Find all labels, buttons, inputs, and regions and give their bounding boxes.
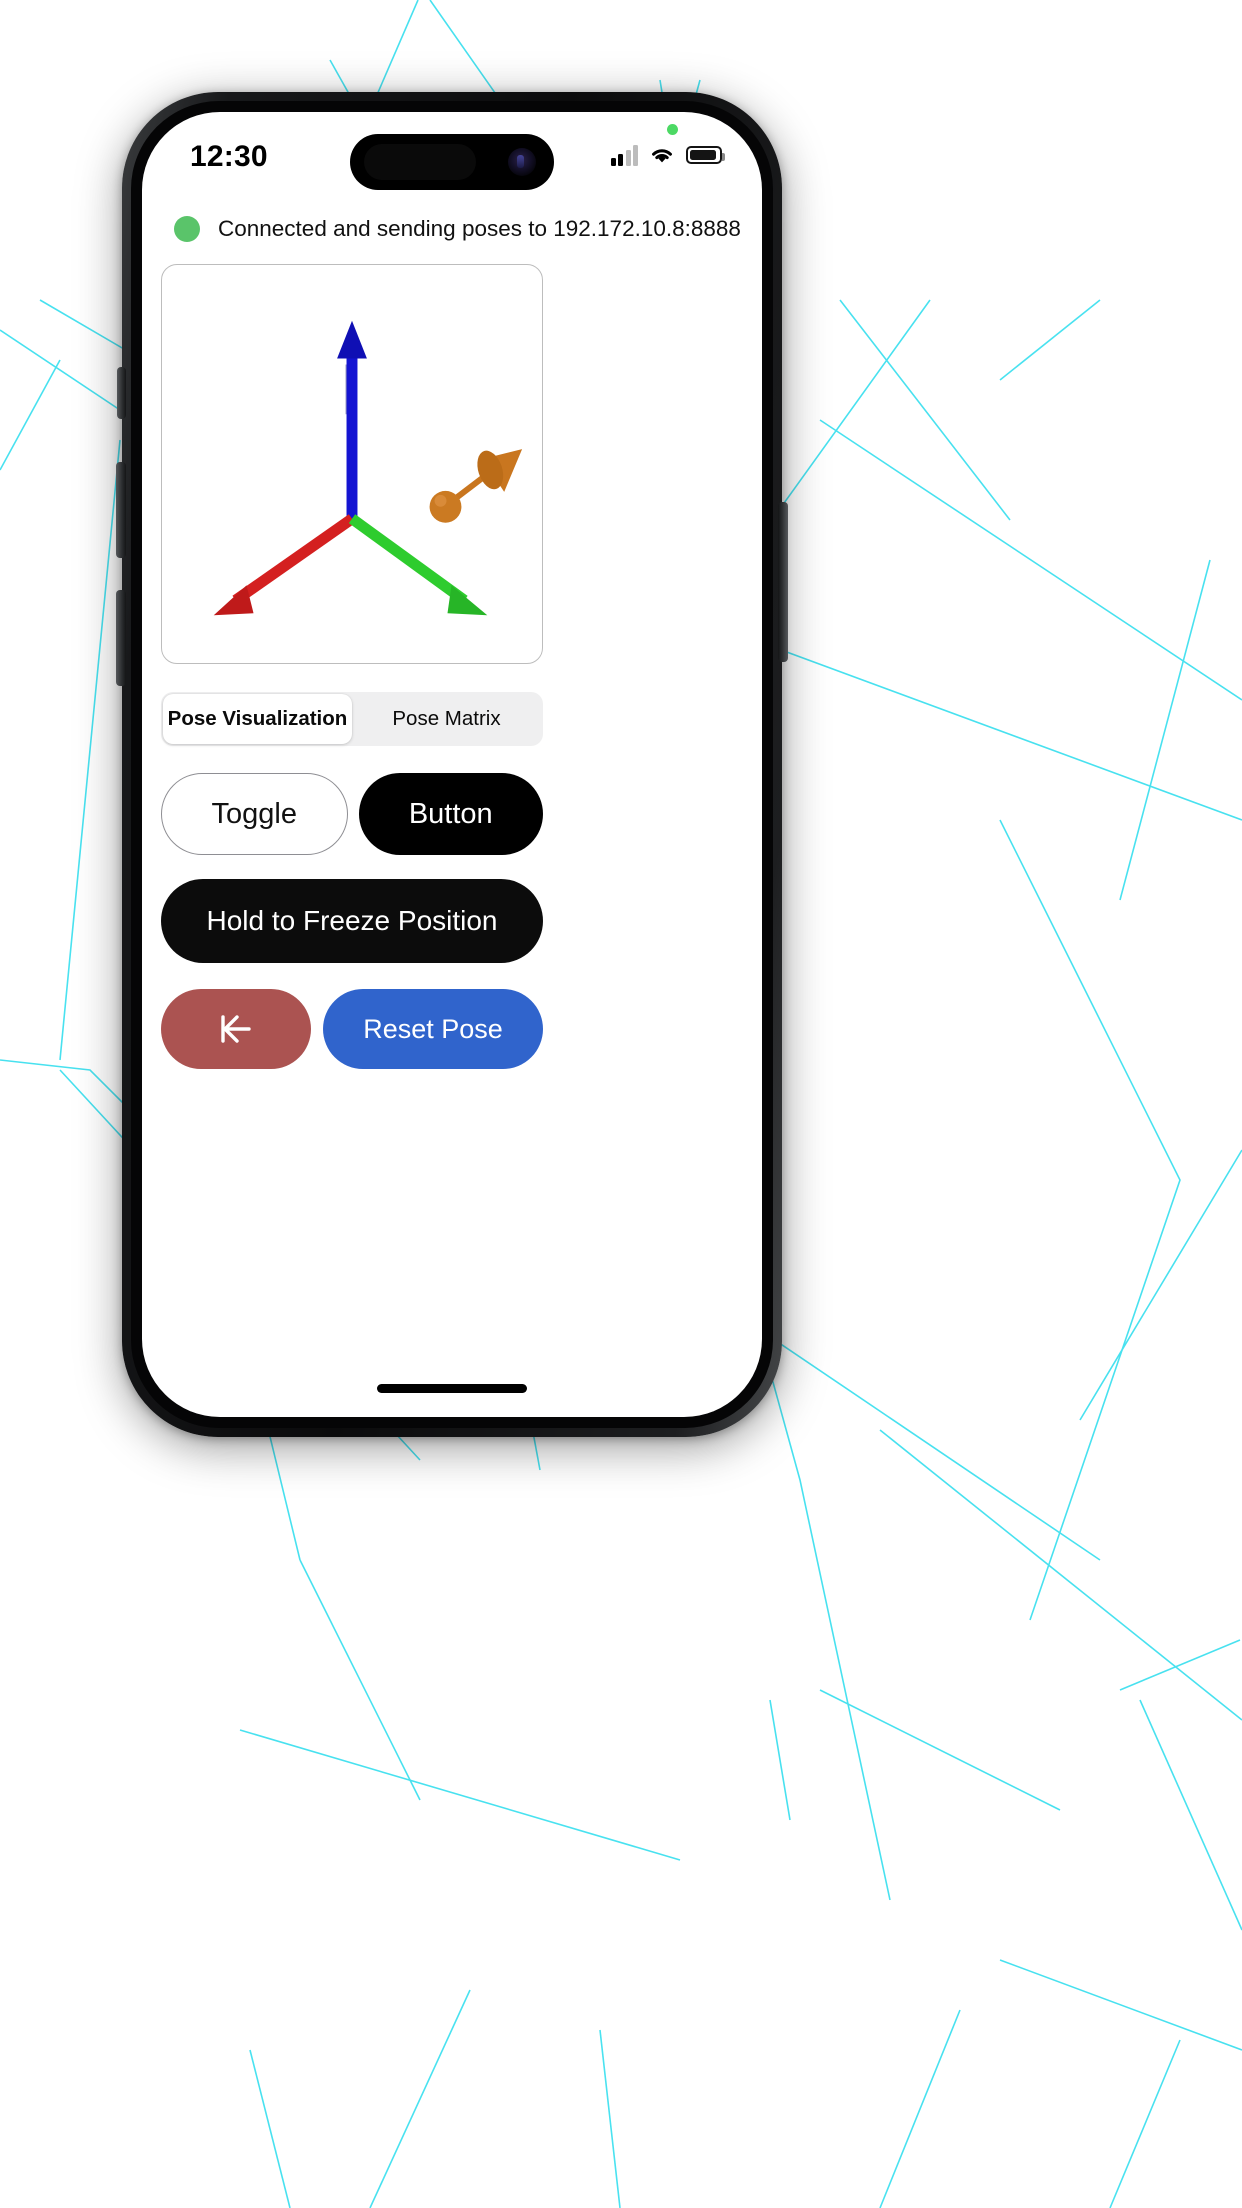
status-time: 12:30 bbox=[190, 140, 268, 173]
home-indicator[interactable] bbox=[377, 1384, 527, 1393]
reset-pose-button[interactable]: Reset Pose bbox=[323, 989, 543, 1069]
cellular-signal-icon bbox=[610, 144, 638, 166]
island-pill bbox=[364, 144, 476, 180]
dynamic-island bbox=[350, 134, 554, 190]
front-camera-icon bbox=[508, 148, 536, 176]
toggle-button[interactable]: Toggle bbox=[161, 773, 348, 855]
battery-fill bbox=[690, 150, 716, 160]
segment-pose-matrix[interactable]: Pose Matrix bbox=[352, 694, 541, 744]
connection-status-dot bbox=[174, 216, 200, 242]
y-axis-arrow bbox=[348, 514, 488, 616]
arrow-left-to-line-icon bbox=[221, 1015, 251, 1043]
silent-switch[interactable] bbox=[117, 367, 126, 419]
status-icons bbox=[610, 144, 725, 166]
volume-down-button[interactable] bbox=[116, 590, 126, 686]
generic-button[interactable]: Button bbox=[358, 773, 543, 855]
battery-icon bbox=[686, 146, 725, 164]
segment-pose-visualization[interactable]: Pose Visualization bbox=[163, 694, 352, 744]
bottom-action-row: Reset Pose bbox=[161, 989, 543, 1069]
z-axis-arrow bbox=[337, 320, 367, 519]
reset-origin-button[interactable] bbox=[161, 989, 311, 1069]
connection-status-text: Connected and sending poses to 192.172.1… bbox=[218, 216, 741, 241]
screenshot-root: 12:30 Connected and sending poses to 192… bbox=[0, 0, 1242, 2208]
x-axis-arrow bbox=[213, 514, 356, 616]
connection-status-row: Connected and sending poses to 192.172.1… bbox=[160, 194, 744, 258]
toggle-button-row: Toggle Button bbox=[161, 773, 543, 855]
power-button[interactable] bbox=[778, 502, 788, 662]
wifi-icon bbox=[652, 149, 672, 163]
phone-screen: 12:30 Connected and sending poses to 192… bbox=[142, 112, 762, 1417]
pose-visualization-canvas[interactable] bbox=[161, 264, 543, 664]
hold-to-freeze-position-button[interactable]: Hold to Freeze Position bbox=[161, 879, 543, 963]
volume-up-button[interactable] bbox=[116, 462, 126, 558]
pose-marker bbox=[429, 449, 523, 523]
privacy-indicator-dot bbox=[667, 124, 678, 135]
view-mode-segmented-control[interactable]: Pose Visualization Pose Matrix bbox=[161, 692, 543, 746]
pose-axes-svg bbox=[213, 320, 523, 616]
phone-frame: 12:30 Connected and sending poses to 192… bbox=[116, 92, 788, 1437]
app-content: Connected and sending poses to 192.172.1… bbox=[142, 194, 762, 1417]
